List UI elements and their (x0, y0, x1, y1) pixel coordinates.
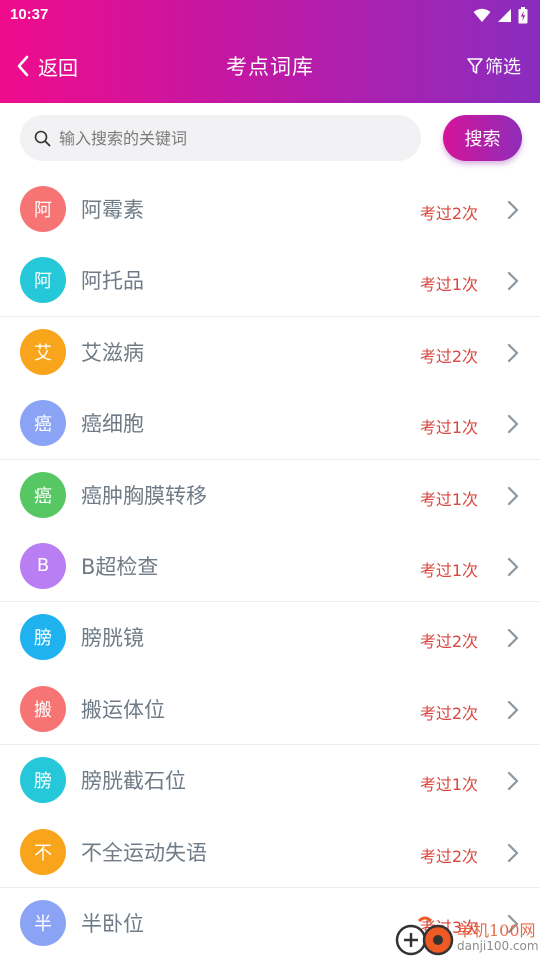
list-item[interactable]: 阿阿托品 考过1次 (0, 245, 540, 318)
status-time: 10:37 (10, 6, 49, 23)
chevron-right-icon (507, 200, 519, 220)
avatar: B (20, 542, 66, 589)
chevron-right-icon (507, 343, 519, 362)
list-item[interactable]: 膀膀胱截石位 考过1次 (0, 745, 540, 816)
exam-count-label: 考过2次 (419, 632, 478, 652)
exam-count-label: 考过2次 (419, 703, 478, 723)
item-name: 膀胱截石位 (81, 769, 186, 794)
list-item[interactable]: 不不全运动失语 考过2次 (0, 817, 540, 889)
item-name: 癌肿胸膜转移 (81, 483, 207, 508)
avatar: 不 (20, 828, 66, 875)
exam-count-label: 考过3次 (419, 917, 478, 937)
exam-count-label: 考过2次 (419, 204, 478, 223)
chevron-right-icon (507, 629, 519, 648)
avatar: 膀 (20, 757, 66, 804)
page-title: 考点词库 (226, 55, 314, 79)
chevron-right-icon (507, 772, 519, 791)
search-row: 搜索 (0, 103, 540, 175)
exam-count-label: 考过1次 (419, 775, 478, 795)
item-name: 不全运动失语 (81, 840, 207, 865)
back-button[interactable]: 返回 (16, 52, 78, 80)
wifi-icon (473, 8, 491, 22)
item-name: 阿霉素 (81, 198, 144, 222)
exam-count-label: 考过2次 (419, 846, 478, 866)
avatar: 阿 (20, 257, 66, 304)
item-name: 半卧位 (81, 911, 144, 936)
app-header: 10:37 返回 考点词库 筛选 (0, 0, 540, 103)
chevron-right-icon (507, 415, 519, 434)
list-item[interactable]: 搬搬运体位 考过2次 (0, 674, 540, 746)
list-item[interactable]: 阿阿霉素 考过2次 (0, 174, 540, 245)
avatar: 癌 (20, 471, 66, 518)
item-name: 搬运体位 (81, 697, 165, 722)
item-name: 艾滋病 (81, 340, 144, 365)
chevron-right-icon (507, 557, 519, 577)
item-name: B超检查 (81, 554, 159, 579)
avatar: 癌 (20, 400, 66, 447)
exam-count-label: 考过1次 (419, 489, 478, 509)
search-box[interactable] (20, 115, 421, 161)
chevron-right-icon (507, 914, 519, 934)
nav-bar: 返回 考点词库 筛选 (0, 32, 540, 100)
avatar: 搬 (20, 685, 66, 732)
chevron-left-icon (17, 55, 29, 77)
filter-label: 筛选 (485, 57, 521, 78)
search-button[interactable]: 搜索 (443, 115, 522, 161)
list-item[interactable]: 艾艾滋病 考过2次 (0, 317, 540, 388)
term-list: 阿阿霉素 考过2次阿阿托品 考过1次艾艾滋病 考过2次癌癌细胞 考过1次癌癌肿胸膜转移考… (0, 174, 540, 959)
item-name: 阿托品 (81, 269, 144, 294)
filter-button[interactable]: 筛选 (467, 54, 521, 78)
exam-count-label: 考过2次 (419, 346, 478, 366)
item-name: 癌细胞 (81, 412, 144, 437)
avatar: 膀 (20, 614, 66, 661)
status-icons (473, 6, 528, 24)
search-input[interactable] (59, 128, 399, 148)
chevron-right-icon (507, 272, 519, 291)
list-item[interactable]: B B超检查 考过1次 (0, 531, 540, 603)
chevron-right-icon (507, 700, 519, 719)
exam-count-label: 考过1次 (419, 418, 478, 438)
list-item[interactable]: 半半卧位 考过3次 (0, 888, 540, 959)
list-item[interactable]: 癌癌细胞 考过1次 (0, 388, 540, 460)
search-icon (34, 130, 51, 146)
list-item[interactable]: 膀膀胱镜 考过2次 (0, 602, 540, 673)
avatar: 半 (20, 899, 66, 946)
avatar: 阿 (20, 186, 66, 232)
avatar: 艾 (20, 328, 66, 375)
back-label: 返回 (38, 55, 78, 80)
chevron-right-icon (507, 486, 519, 505)
exam-count-label: 考过1次 (419, 275, 478, 295)
item-name: 膀胱镜 (81, 626, 144, 651)
chevron-right-icon (507, 843, 519, 862)
list-item[interactable]: 癌癌肿胸膜转移 考过1次 (0, 460, 540, 531)
cellular-signal-icon (498, 8, 511, 22)
filter-icon (467, 58, 483, 74)
exam-count-label: 考过1次 (419, 560, 478, 580)
status-bar: 10:37 (0, 0, 540, 32)
battery-icon (518, 6, 528, 23)
